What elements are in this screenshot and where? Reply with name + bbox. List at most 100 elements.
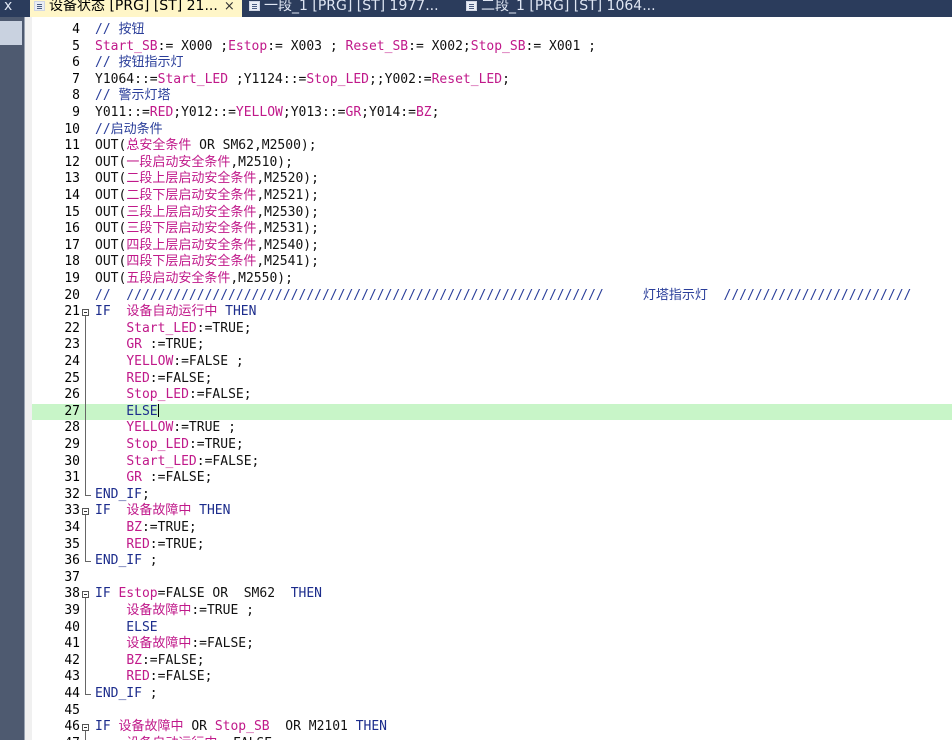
- code-text[interactable]: OUT(二段下层启动安全条件,M2521);: [95, 188, 319, 205]
- code-text[interactable]: OUT(二段上层启动安全条件,M2520);: [95, 171, 319, 188]
- code-line[interactable]: 38 IF Estop=FALSE OR SM62 THEN: [32, 586, 952, 603]
- code-text[interactable]: IF 设备故障中 THEN: [95, 503, 230, 520]
- code-text[interactable]: ELSE: [95, 620, 157, 637]
- code-line[interactable]: 44 END_IF ;: [32, 686, 952, 703]
- code-line[interactable]: 29 Stop_LED:=TRUE;: [32, 437, 952, 454]
- code-line[interactable]: 4 // 按钮: [32, 22, 952, 39]
- code-text[interactable]: OUT(三段上层启动安全条件,M2530);: [95, 205, 319, 222]
- code-line[interactable]: 21 IF 设备自动运行中 THEN: [32, 304, 952, 321]
- tab-section-2[interactable]: 二段_1 [PRG] [ST] 1064...: [462, 0, 682, 17]
- code-text[interactable]: BZ:=TRUE;: [95, 520, 196, 537]
- code-text[interactable]: BZ:=FALSE;: [95, 653, 204, 670]
- code-line[interactable]: 27 ELSE: [32, 403, 952, 421]
- tab-device-status[interactable]: 设备状态 [PRG] [ST] 21... ×: [30, 0, 242, 17]
- fold-toggle-icon[interactable]: [82, 724, 89, 732]
- code-text[interactable]: Stop_LED:=FALSE;: [95, 387, 251, 404]
- code-line[interactable]: 6 // 按钮指示灯: [32, 55, 952, 72]
- code-text[interactable]: GR :=FALSE;: [95, 470, 212, 487]
- code-text[interactable]: OUT(四段下层启动安全条件,M2541);: [95, 254, 319, 271]
- code-line[interactable]: 9 Y011::=RED;Y012::=YELLOW;Y013::=GR;Y014…: [32, 105, 952, 122]
- code-line[interactable]: 42 BZ:=FALSE;: [32, 653, 952, 670]
- code-line[interactable]: 43 RED:=FALSE;: [32, 669, 952, 686]
- code-text[interactable]: OUT(五段启动安全条件,M2550);: [95, 271, 293, 288]
- code-line[interactable]: 30 Start_LED:=FALSE;: [32, 454, 952, 471]
- code-text[interactable]: // 按钮: [95, 22, 144, 39]
- fold-toggle-icon[interactable]: [82, 309, 89, 317]
- code-line[interactable]: 39 设备故障中:=TRUE ;: [32, 603, 952, 620]
- code-line[interactable]: 25 RED:=FALSE;: [32, 371, 952, 388]
- code-line[interactable]: 33 IF 设备故障中 THEN: [32, 503, 952, 520]
- code-line[interactable]: 10 //启动条件: [32, 122, 952, 139]
- code-line[interactable]: 13 OUT(二段上层启动安全条件,M2520);: [32, 171, 952, 188]
- code-text[interactable]: 设备自动运行中:=FALSE: [95, 736, 272, 740]
- fold-toggle-icon[interactable]: [82, 508, 89, 516]
- code-line[interactable]: 16 OUT(三段下层启动安全条件,M2531);: [32, 221, 952, 238]
- code-text[interactable]: RED:=FALSE;: [95, 371, 212, 388]
- code-line[interactable]: 5 Start_SB:= X000 ;Estop:= X003 ; Reset_S…: [32, 39, 952, 56]
- code-line[interactable]: 45: [32, 703, 952, 720]
- fold-toggle-icon[interactable]: [82, 591, 89, 599]
- code-line[interactable]: 7 Y1064::=Start_LED ;Y1124::=Stop_LED;;Y0…: [32, 72, 952, 89]
- code-text[interactable]: Y011::=RED;Y012::=YELLOW;Y013::=GR;Y014:…: [95, 105, 439, 122]
- code-text[interactable]: 设备故障中:=TRUE ;: [95, 603, 254, 620]
- code-text[interactable]: IF Estop=FALSE OR SM62 THEN: [95, 586, 322, 603]
- code-text[interactable]: Y1064::=Start_LED ;Y1124::=Stop_LED;;Y00…: [95, 72, 510, 89]
- code-line[interactable]: 15 OUT(三段上层启动安全条件,M2530);: [32, 205, 952, 222]
- code-text[interactable]: YELLOW:=TRUE ;: [95, 420, 236, 437]
- code-text[interactable]: ELSE: [95, 403, 159, 421]
- code-line[interactable]: 11 OUT(总安全条件 OR SM62,M2500);: [32, 138, 952, 155]
- tab-overflow-close[interactable]: x: [0, 0, 24, 17]
- code-line[interactable]: 31 GR :=FALSE;: [32, 470, 952, 487]
- project-panel-item[interactable]: [0, 21, 22, 45]
- code-line[interactable]: 40 ELSE: [32, 620, 952, 637]
- code-text[interactable]: Start_LED:=FALSE;: [95, 454, 259, 471]
- code-text[interactable]: // 警示灯塔: [95, 88, 170, 105]
- code-line[interactable]: 23 GR :=TRUE;: [32, 337, 952, 354]
- code-text[interactable]: RED:=FALSE;: [95, 669, 212, 686]
- st-code-editor[interactable]: 4// 按钮 5 Start_SB:= X000 ;Estop:= X003 ; R…: [32, 17, 952, 740]
- code-line[interactable]: 36 END_IF ;: [32, 553, 952, 570]
- code-text[interactable]: IF 设备自动运行中 THEN: [95, 304, 256, 321]
- code-line[interactable]: 35 RED:=TRUE;: [32, 537, 952, 554]
- code-text[interactable]: END_IF ;: [95, 686, 158, 703]
- code-text[interactable]: RED:=TRUE;: [95, 537, 204, 554]
- code-text[interactable]: OUT(一段启动安全条件,M2510);: [95, 155, 293, 172]
- code-line[interactable]: 26 Stop_LED:=FALSE;: [32, 387, 952, 404]
- code-text[interactable]: END_IF ;: [95, 553, 158, 570]
- code-text[interactable]: OUT(三段下层启动安全条件,M2531);: [95, 221, 319, 238]
- code-line[interactable]: 19 OUT(五段启动安全条件,M2550);: [32, 271, 952, 288]
- code-line[interactable]: 8 // 警示灯塔: [32, 88, 952, 105]
- code-line[interactable]: 41 设备故障中:=FALSE;: [32, 636, 952, 653]
- code-line[interactable]: 46 IF 设备故障中 OR Stop_SB OR M2101 THEN: [32, 719, 952, 736]
- code-line[interactable]: 47 设备自动运行中:=FALSE: [32, 736, 952, 740]
- code-line[interactable]: 22 Start_LED:=TRUE;: [32, 321, 952, 338]
- close-icon[interactable]: ×: [224, 0, 235, 13]
- code-line[interactable]: 14 OUT(二段下层启动安全条件,M2521);: [32, 188, 952, 205]
- code-line[interactable]: 20 // ///////////////////////////////////…: [32, 288, 952, 305]
- code-line[interactable]: 24 YELLOW:=FALSE ;: [32, 354, 952, 371]
- code-line[interactable]: 12 OUT(一段启动安全条件,M2510);: [32, 155, 952, 172]
- code-text[interactable]: IF 设备故障中 OR Stop_SB OR M2101 THEN: [95, 719, 387, 736]
- code-text[interactable]: 设备故障中:=FALSE;: [95, 636, 254, 653]
- code-text[interactable]: Stop_LED:=TRUE;: [95, 437, 243, 454]
- code-text[interactable]: GR :=TRUE;: [95, 337, 204, 354]
- code-text[interactable]: Start_SB:= X000 ;Estop:= X003 ; Reset_SB…: [95, 39, 596, 56]
- code-identifier: GR: [126, 337, 142, 353]
- code-line[interactable]: 37: [32, 570, 952, 587]
- tab-section-1[interactable]: 一段_1 [PRG] [ST] 1977...: [245, 0, 445, 17]
- code-text[interactable]: OUT(总安全条件 OR SM62,M2500);: [95, 138, 317, 155]
- code-line[interactable]: 32 END_IF;: [32, 487, 952, 504]
- code-text[interactable]: END_IF;: [95, 487, 150, 504]
- code-line[interactable]: 34 BZ:=TRUE;: [32, 520, 952, 537]
- code-text[interactable]: // 按钮指示灯: [95, 55, 183, 72]
- code-line[interactable]: 28 YELLOW:=TRUE ;: [32, 420, 952, 437]
- code-text[interactable]: YELLOW:=FALSE ;: [95, 354, 243, 371]
- code-text[interactable]: Start_LED:=TRUE;: [95, 321, 251, 338]
- code-text[interactable]: //启动条件: [95, 122, 163, 139]
- code-line[interactable]: 18 OUT(四段下层启动安全条件,M2541);: [32, 254, 952, 271]
- code-text[interactable]: // /////////////////////////////////////…: [95, 288, 911, 305]
- code-text[interactable]: OUT(四段上层启动安全条件,M2540);: [95, 238, 319, 255]
- code-line[interactable]: 17 OUT(四段上层启动安全条件,M2540);: [32, 238, 952, 255]
